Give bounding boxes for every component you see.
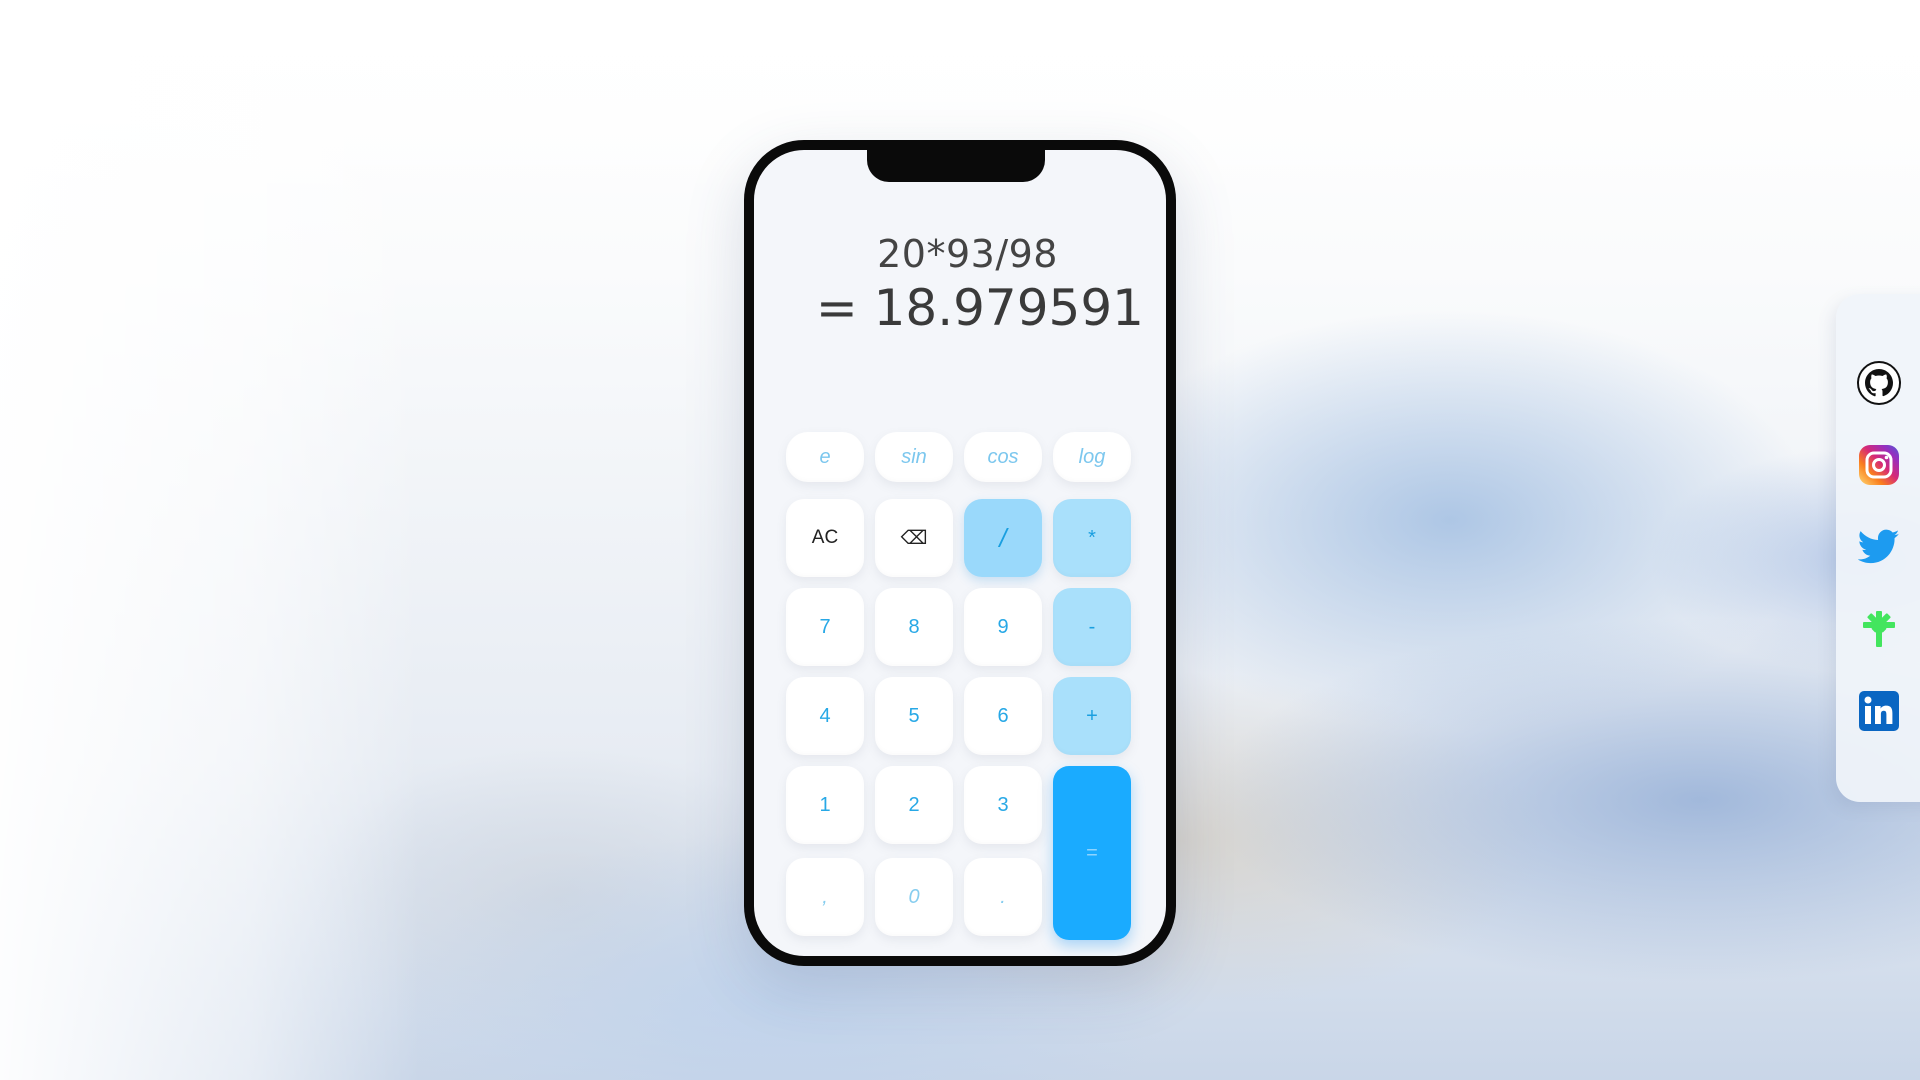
minus-button[interactable]: -	[1053, 588, 1131, 666]
phone-frame: 20*93/98 = 18.979591 e sin cos log AC ⌫ …	[744, 140, 1176, 966]
digit-7-button[interactable]: 7	[786, 588, 864, 666]
digit-1-button[interactable]: 1	[786, 766, 864, 844]
result-text: = 18.979591	[815, 279, 1144, 337]
comma-button[interactable]: ,	[786, 858, 864, 936]
expression-text: 20*93/98	[877, 232, 1058, 276]
digit-2-button[interactable]: 2	[875, 766, 953, 844]
function-key-cos[interactable]: cos	[964, 432, 1042, 482]
digit-6-button[interactable]: 6	[964, 677, 1042, 755]
clear-button[interactable]: AC	[786, 499, 864, 577]
digit-8-button[interactable]: 8	[875, 588, 953, 666]
digit-9-button[interactable]: 9	[964, 588, 1042, 666]
backspace-icon: ⌫	[900, 527, 928, 549]
instagram-icon[interactable]	[1856, 442, 1902, 488]
digit-0-button[interactable]: 0	[875, 858, 953, 936]
phone-notch	[867, 150, 1045, 182]
divide-button[interactable]: /	[964, 499, 1042, 577]
equals-button[interactable]: =	[1053, 766, 1131, 940]
twitter-icon[interactable]	[1856, 524, 1902, 570]
calculator-display: 20*93/98 = 18.979591	[754, 232, 1144, 338]
function-key-sin[interactable]: sin	[875, 432, 953, 482]
digit-4-button[interactable]: 4	[786, 677, 864, 755]
social-links-panel	[1836, 294, 1920, 802]
linktree-icon[interactable]	[1856, 606, 1902, 652]
background-highlight-left	[0, 0, 420, 1080]
plus-button[interactable]: +	[1053, 677, 1131, 755]
function-key-e[interactable]: e	[786, 432, 864, 482]
multiply-button[interactable]: *	[1053, 499, 1131, 577]
dot-button[interactable]: .	[964, 858, 1042, 936]
backspace-button[interactable]: ⌫	[875, 499, 953, 577]
github-icon[interactable]	[1856, 360, 1902, 406]
digit-3-button[interactable]: 3	[964, 766, 1042, 844]
function-key-log[interactable]: log	[1053, 432, 1131, 482]
linkedin-icon[interactable]	[1856, 688, 1902, 734]
digit-5-button[interactable]: 5	[875, 677, 953, 755]
